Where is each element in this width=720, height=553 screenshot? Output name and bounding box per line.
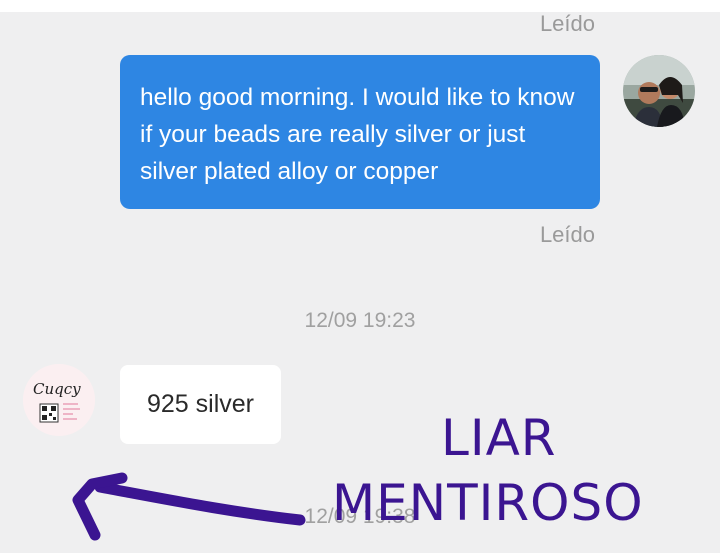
annotation-arrow-icon <box>72 472 306 541</box>
annotation-liar: LIAR <box>441 409 557 467</box>
annotation-mentiroso: MENTIROSO <box>332 474 644 532</box>
